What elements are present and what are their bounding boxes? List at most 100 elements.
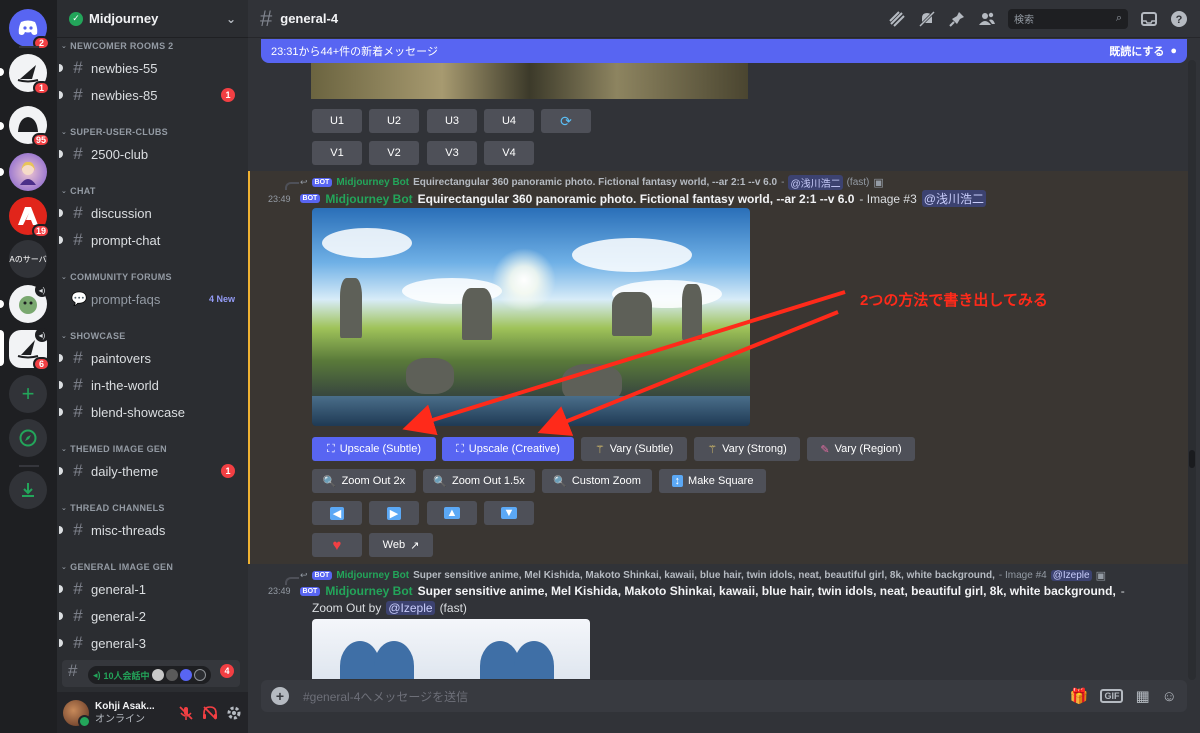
search-input[interactable]: 検索 ⌕ <box>1008 8 1128 29</box>
headphones-muted-icon[interactable] <box>202 705 218 721</box>
reply-mention[interactable]: @Izeple <box>1050 570 1092 581</box>
channel-newbies-55[interactable]: # newbies-55 <box>59 56 241 80</box>
reply-mention[interactable]: @浅川浩二 <box>788 175 843 190</box>
channel-prompt-chat[interactable]: # prompt-chat <box>59 228 241 252</box>
server-icon-green[interactable]: ◂) <box>9 283 49 323</box>
zoom-out-2x-button[interactable]: 🔍 Zoom Out 2x <box>312 469 416 493</box>
pan-right-button[interactable]: ▶ <box>369 501 419 525</box>
server-icon-sail[interactable]: 1 <box>9 54 50 95</box>
notification-muted-icon[interactable] <box>918 10 936 28</box>
timestamp: 23:49 <box>268 586 291 596</box>
category-showcase[interactable]: ⌄ SHOWCASE <box>61 331 126 341</box>
add-server-button[interactable]: + <box>9 375 47 413</box>
message-input-placeholder[interactable]: #general-4へメッセージを送信 <box>303 688 468 705</box>
message-author[interactable]: Midjourney Bot <box>325 192 412 206</box>
bot-tag: BOT <box>299 194 321 203</box>
upscale-creative-button[interactable]: ⛶ Upscale (Creative) <box>442 437 574 461</box>
upscale-3-button[interactable]: U3 <box>427 109 477 133</box>
voice-activity-pill[interactable]: ◂) 10人会話中 <box>88 666 211 684</box>
upscale-1-button[interactable]: U1 <box>312 109 362 133</box>
hash-icon: # <box>73 58 83 77</box>
category-community-forums[interactable]: ⌄ COMMUNITY FORUMS <box>61 272 172 282</box>
button-label: Make Square <box>688 475 754 487</box>
channel-misc-threads[interactable]: # misc-threads <box>59 518 241 542</box>
sticker-icon[interactable]: ▦ <box>1135 687 1149 705</box>
favorite-button[interactable]: ♥ <box>312 533 362 557</box>
message-author[interactable]: Midjourney Bot <box>325 584 412 598</box>
attach-plus-icon[interactable]: + <box>271 687 289 705</box>
server-icon-mono[interactable]: 95 <box>9 106 50 147</box>
channel-in-the-world[interactable]: # in-the-world <box>59 373 241 397</box>
channel-general-2[interactable]: # general-2 <box>59 604 241 628</box>
discord-home-button[interactable]: 2 <box>9 9 50 50</box>
download-apps-button[interactable] <box>9 471 47 509</box>
channel-blend-showcase[interactable]: # blend-showcase <box>59 400 241 424</box>
vary-subtle-button[interactable]: ⚚ Vary (Subtle) <box>581 437 687 461</box>
category-thread-channels[interactable]: ⌄ THREAD CHANNELS <box>61 503 165 513</box>
channel-prompt-faqs[interactable]: 💬 prompt-faqs 4 New <box>65 287 241 311</box>
server-icon-midjourney[interactable]: ◂) 6 <box>9 328 50 371</box>
message-scrollbar[interactable] <box>1188 60 1196 680</box>
variation-2-button[interactable]: V2 <box>369 141 419 165</box>
custom-zoom-button[interactable]: 🔍 Custom Zoom <box>542 469 652 493</box>
server-icon-portrait[interactable] <box>9 153 47 191</box>
web-link-button[interactable]: Web ↗ <box>369 533 433 557</box>
pan-up-button[interactable]: ▲ <box>427 501 477 525</box>
reply-reference[interactable]: ↩ BOT Midjourney Bot Super sensitive ani… <box>300 569 1106 582</box>
variation-3-button[interactable]: V3 <box>427 141 477 165</box>
search-placeholder: 検索 <box>1014 15 1034 26</box>
variation-4-button[interactable]: V4 <box>484 141 534 165</box>
hash-icon: # <box>73 520 83 539</box>
server-icon-text[interactable]: Aのサーバ <box>9 240 47 278</box>
category-general-image-gen[interactable]: ⌄ GENERAL IMAGE GEN <box>61 562 173 572</box>
make-square-button[interactable]: ↕ Make Square <box>659 469 766 493</box>
channel-general-3[interactable]: # general-3 <box>59 631 241 655</box>
upscale-subtle-button[interactable]: ⛶ Upscale (Subtle) <box>312 437 436 461</box>
channel-newbies-85[interactable]: # newbies-85 1 <box>59 83 241 107</box>
generated-image-anime[interactable] <box>312 619 590 679</box>
threads-icon[interactable] <box>888 10 906 28</box>
channel-discussion[interactable]: # discussion <box>59 201 241 225</box>
emoji-icon[interactable]: ☺ <box>1162 688 1177 705</box>
message-composer[interactable]: + #general-4へメッセージを送信 🎁 GIF ▦ ☺ <box>261 680 1187 712</box>
channel-2500-club[interactable]: #2500-club <box>59 142 241 166</box>
channel-paintovers[interactable]: # paintovers <box>59 346 241 370</box>
discord-app: 2 1 95 19 Aのサーバ ◂) ◂) 6 + ✓ Midjourney ⌄… <box>0 0 1200 733</box>
mic-muted-icon[interactable] <box>178 705 194 721</box>
zoom-out-1-5x-button[interactable]: 🔍 Zoom Out 1.5x <box>423 469 535 493</box>
pin-icon[interactable] <box>948 10 966 28</box>
help-icon[interactable]: ? <box>1170 10 1188 28</box>
upscale-2-button[interactable]: U2 <box>369 109 419 133</box>
mark-as-read-button[interactable]: 既読にする <box>1109 43 1164 59</box>
category-themed-image-gen[interactable]: ⌄ THEMED IMAGE GEN <box>61 444 167 454</box>
reply-reference[interactable]: ↩ BOT Midjourney Bot Equirectangular 360… <box>300 175 884 190</box>
channel-general-1[interactable]: # general-1 <box>59 577 241 601</box>
scrollbar-thumb[interactable] <box>1189 450 1195 468</box>
magic-wand-icon: ⚚ <box>594 443 605 456</box>
inbox-icon[interactable] <box>1140 10 1158 28</box>
vary-strong-button[interactable]: ⚚ Vary (Strong) <box>694 437 800 461</box>
upscale-4-button[interactable]: U4 <box>484 109 534 133</box>
pan-down-button[interactable]: ▼ <box>484 501 534 525</box>
guild-header[interactable]: ✓ Midjourney ⌄ <box>57 0 248 38</box>
gift-icon[interactable]: 🎁 <box>1070 687 1089 705</box>
gear-icon[interactable] <box>226 705 242 721</box>
variation-1-button[interactable]: V1 <box>312 141 362 165</box>
gif-button[interactable]: GIF <box>1100 689 1124 703</box>
user-avatar[interactable] <box>63 699 91 728</box>
generated-image-panorama[interactable] <box>312 208 750 426</box>
user-info[interactable]: Kohji Asak... オンライン <box>95 700 155 726</box>
members-icon[interactable] <box>978 10 996 28</box>
server-icon-adobe[interactable]: 19 <box>9 197 50 238</box>
channel-daily-theme[interactable]: # daily-theme 1 <box>59 459 241 483</box>
reroll-button[interactable]: ⟳ <box>541 109 591 133</box>
vary-region-button[interactable]: ✎ Vary (Region) <box>807 437 915 461</box>
category-chat[interactable]: ⌄ CHAT <box>61 186 96 196</box>
pan-left-button[interactable]: ◀ <box>312 501 362 525</box>
user-mention[interactable]: @Izeple <box>386 601 435 615</box>
user-mention[interactable]: @浅川浩二 <box>921 190 986 207</box>
new-messages-banner[interactable]: 23:31から44+件の新着メッセージ 既読にする ● <box>261 39 1187 63</box>
category-super-user-clubs[interactable]: ⌄ SUPER-USER-CLUBS <box>61 127 168 137</box>
category-newcomer-rooms-2[interactable]: ⌄ NEWCOMER ROOMS 2 <box>61 41 173 51</box>
explore-servers-button[interactable] <box>9 419 47 457</box>
